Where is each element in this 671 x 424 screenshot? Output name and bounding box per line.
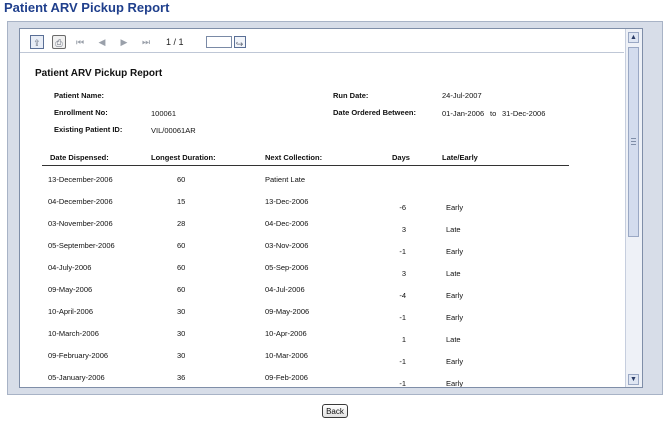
column-header-date-dispensed: Date Dispensed: xyxy=(50,153,109,162)
cell-days: -1 xyxy=(399,357,406,366)
page-count: 1 / 1 xyxy=(166,37,184,47)
table-row: 13-December-2006 60 Patient Late xyxy=(20,175,620,197)
cell-date-dispensed: 10-March-2006 xyxy=(48,329,99,338)
date-to-value: 31-Dec-2006 xyxy=(502,109,546,118)
enrollment-value: 100061 xyxy=(151,109,177,118)
export-icon[interactable]: ⇪ xyxy=(30,35,44,49)
cell-late-early: Early xyxy=(446,379,464,388)
cell-date-dispensed: 04-December-2006 xyxy=(48,197,113,206)
cell-date-dispensed: 03-November-2006 xyxy=(48,219,113,228)
cell-days: 1 xyxy=(401,335,406,344)
cell-late-early: Late xyxy=(446,225,461,234)
column-header-longest-duration: Longest Duration: xyxy=(151,153,216,162)
cell-longest-duration: 30 xyxy=(177,351,186,360)
grip-line xyxy=(631,144,636,145)
cell-next-collection: 03-Nov-2006 xyxy=(265,241,309,250)
table-row: 10-April-2006 30 09-May-2006 -1 Early xyxy=(20,307,620,329)
go-to-page-icon[interactable]: ↪ xyxy=(233,36,246,49)
grip-line xyxy=(631,141,636,142)
page-title: Patient ARV Pickup Report xyxy=(4,0,170,15)
header-divider xyxy=(42,165,569,166)
cell-longest-duration: 60 xyxy=(177,175,186,184)
column-header-days: Days xyxy=(392,153,410,162)
date-to-word: to xyxy=(490,109,497,118)
date-from-value: 01-Jan-2006 xyxy=(442,109,485,118)
cell-days: -1 xyxy=(399,313,406,322)
cell-late-early: Late xyxy=(446,269,461,278)
enrollment-label: Enrollment No: xyxy=(54,108,108,117)
cell-late-early: Late xyxy=(446,335,461,344)
column-header-next-collection: Next Collection: xyxy=(265,153,323,162)
cell-late-early: Early xyxy=(446,313,464,322)
cell-longest-duration: 28 xyxy=(177,219,186,228)
cell-late-early: Early xyxy=(446,291,464,300)
report-viewer: ⇪ ⎙ ⏮ ◀ ▶ ⏭ 1 / 1 ↪ Patient ARV Pickup R… xyxy=(19,28,643,388)
run-date-label: Run Date: xyxy=(333,91,369,100)
cell-days: -1 xyxy=(399,247,406,256)
cell-next-collection: 13-Dec-2006 xyxy=(265,197,309,206)
table-row: 03-November-2006 28 04-Dec-2006 3 Late xyxy=(20,219,620,241)
cell-late-early: Early xyxy=(446,247,464,256)
cell-next-collection: 05-Sep-2006 xyxy=(265,263,309,272)
cell-next-collection: 04-Dec-2006 xyxy=(265,219,309,228)
cell-days: -4 xyxy=(399,291,406,300)
cell-date-dispensed: 05-January-2006 xyxy=(48,373,105,382)
vertical-scrollbar[interactable]: ▲ ▼ xyxy=(625,29,642,387)
first-page-icon[interactable]: ⏮ xyxy=(74,35,86,49)
table-row: 09-May-2006 60 04-Jul-2006 -4 Early xyxy=(20,285,620,307)
cell-longest-duration: 60 xyxy=(177,285,186,294)
table-row: 10-March-2006 30 10-Apr-2006 1 Late xyxy=(20,329,620,351)
cell-days: 3 xyxy=(401,269,406,278)
cell-next-collection: Patient Late xyxy=(265,175,306,184)
cell-longest-duration: 60 xyxy=(177,263,186,272)
page-number-input[interactable] xyxy=(205,36,232,48)
cell-next-collection: 09-Feb-2006 xyxy=(265,373,308,382)
table-row: 05-January-2006 36 09-Feb-2006 -1 Early xyxy=(20,373,620,388)
cell-longest-duration: 15 xyxy=(177,197,186,206)
cell-longest-duration: 30 xyxy=(177,307,186,316)
table-row: 05-September-2006 60 03-Nov-2006 -1 Early xyxy=(20,241,620,263)
viewer-toolbar: ⇪ ⎙ ⏮ ◀ ▶ ⏭ 1 / 1 ↪ xyxy=(30,32,290,52)
existing-id-value: VIL/00061AR xyxy=(151,126,196,135)
cell-days: 3 xyxy=(401,225,406,234)
cell-next-collection: 09-May-2006 xyxy=(265,307,310,316)
scroll-down-icon[interactable]: ▼ xyxy=(628,374,639,385)
scroll-up-icon[interactable]: ▲ xyxy=(628,32,639,43)
cell-longest-duration: 60 xyxy=(177,241,186,250)
table-row: 04-July-2006 60 05-Sep-2006 3 Late xyxy=(20,263,620,285)
table-row: 04-December-2006 15 13-Dec-2006 -6 Early xyxy=(20,197,620,219)
cell-next-collection: 04-Jul-2006 xyxy=(265,285,305,294)
existing-id-label: Existing Patient ID: xyxy=(54,125,123,134)
report-title: Patient ARV Pickup Report xyxy=(35,68,163,79)
cell-next-collection: 10-Apr-2006 xyxy=(265,329,307,338)
previous-page-icon[interactable]: ◀ xyxy=(96,35,108,49)
last-page-icon[interactable]: ⏭ xyxy=(140,35,152,49)
cell-longest-duration: 36 xyxy=(177,373,186,382)
next-page-icon[interactable]: ▶ xyxy=(118,35,130,49)
patient-name-label: Patient Name: xyxy=(54,91,105,100)
back-button[interactable]: Back xyxy=(322,404,348,418)
cell-date-dispensed: 09-February-2006 xyxy=(48,351,109,360)
cell-days: -6 xyxy=(399,203,406,212)
cell-late-early: Early xyxy=(446,203,464,212)
cell-longest-duration: 30 xyxy=(177,329,186,338)
cell-days: -1 xyxy=(399,379,406,388)
cell-date-dispensed: 05-September-2006 xyxy=(48,241,115,250)
print-icon[interactable]: ⎙ xyxy=(52,35,66,49)
cell-date-dispensed: 13-December-2006 xyxy=(48,175,113,184)
run-date-value: 24-Jul-2007 xyxy=(442,91,482,100)
table-row: 09-February-2006 30 10-Mar-2006 -1 Early xyxy=(20,351,620,373)
cell-late-early: Early xyxy=(446,357,464,366)
grip-line xyxy=(631,138,636,139)
date-ordered-label: Date Ordered Between: xyxy=(333,108,416,117)
cell-date-dispensed: 10-April-2006 xyxy=(48,307,94,316)
cell-next-collection: 10-Mar-2006 xyxy=(265,351,308,360)
toolbar-divider xyxy=(20,52,624,53)
column-header-late-early: Late/Early xyxy=(442,153,478,162)
cell-date-dispensed: 09-May-2006 xyxy=(48,285,93,294)
scroll-thumb[interactable] xyxy=(628,47,639,237)
cell-date-dispensed: 04-July-2006 xyxy=(48,263,92,272)
